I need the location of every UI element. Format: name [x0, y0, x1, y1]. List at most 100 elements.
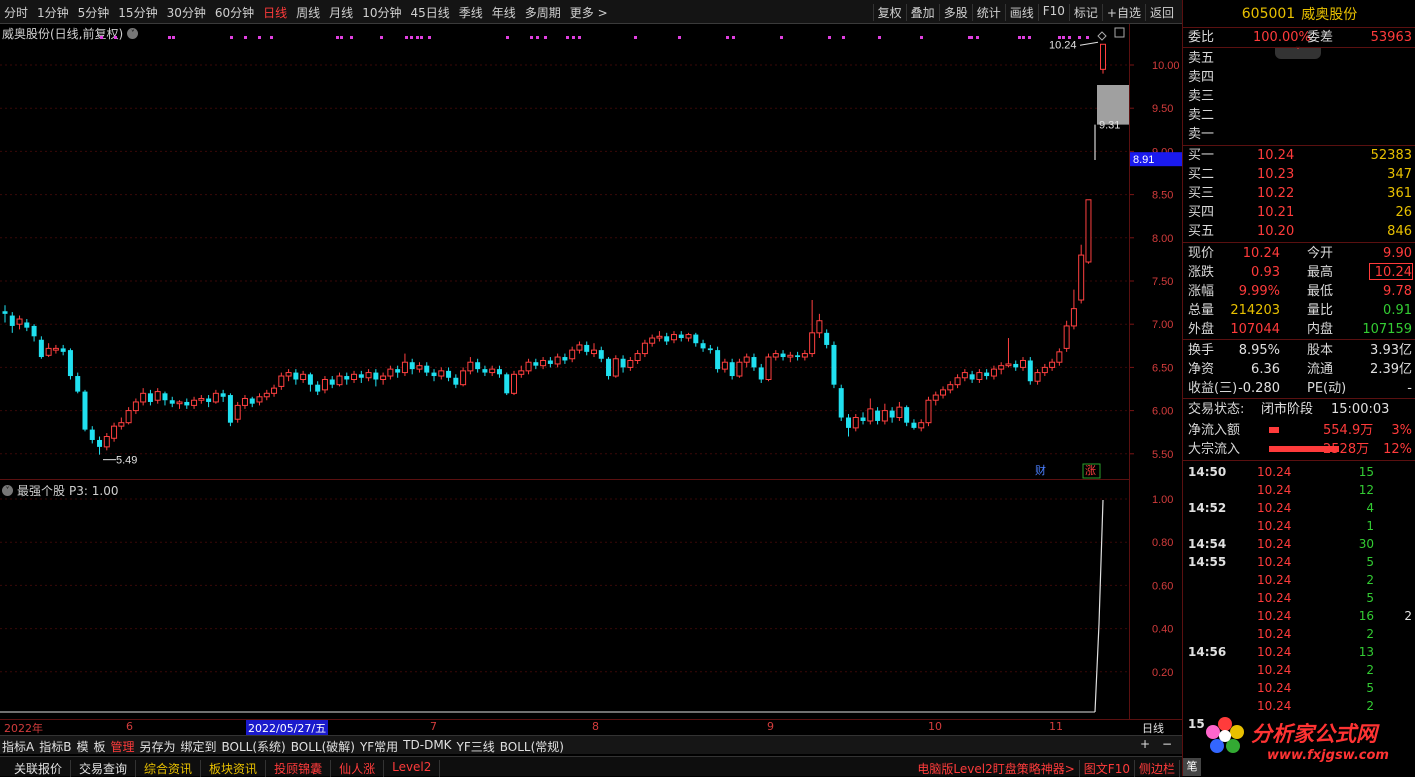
signal-dot [732, 36, 735, 39]
candle-body [373, 372, 379, 380]
candle-body [162, 393, 168, 401]
minus-icon[interactable]: − [1162, 737, 1172, 751]
chart-canvas[interactable]: 10.009.509.008.508.007.507.006.506.005.5… [0, 24, 1182, 720]
candle-body [562, 357, 568, 361]
indicator-button[interactable]: YF常用 [360, 738, 398, 755]
candle-body [103, 436, 110, 448]
bottom-link[interactable]: 图文F10 [1080, 760, 1135, 777]
tick-row: 10.24 12 [1183, 481, 1415, 499]
book-price: 10.24 [1257, 148, 1295, 163]
tick-detail-button[interactable]: 笔 [1183, 758, 1201, 776]
tool-button[interactable]: F10 [1037, 4, 1069, 21]
tool-button[interactable]: 画线 [1004, 4, 1038, 21]
indicator-button[interactable]: YF三线 [457, 738, 495, 755]
candle-body [285, 372, 292, 377]
bottom-link[interactable]: 侧边栏 [1135, 760, 1180, 777]
indicator-button[interactable]: BOLL(常规) [500, 738, 564, 755]
indicator-button[interactable]: 模 [76, 738, 88, 755]
candle-body [293, 372, 299, 380]
signal-dot [1078, 36, 1081, 39]
candle-body [816, 320, 823, 334]
period-tab[interactable]: 30分钟 [167, 4, 206, 21]
tool-button[interactable]: 标记 [1068, 4, 1102, 21]
kline-chart-area[interactable]: 10.009.509.008.508.007.507.006.506.005.5… [0, 24, 1182, 720]
bottom-tab[interactable]: 交易查询 [71, 760, 137, 777]
bottom-tab[interactable]: 投顾锦囊 [266, 760, 332, 777]
tool-button[interactable]: 统计 [971, 4, 1005, 21]
indicator-button[interactable]: 指标A [2, 738, 34, 755]
candle-body [431, 372, 437, 377]
indicator-button[interactable]: BOLL(破解) [291, 738, 355, 755]
chevron-down-icon[interactable]: ˅ [2, 485, 13, 496]
tick-price: 10.24 [1257, 537, 1292, 551]
candle-body [627, 359, 634, 368]
pane-divider[interactable] [0, 479, 1130, 480]
period-tab[interactable]: 年线 [492, 4, 516, 21]
bottom-tab[interactable]: 关联报价 [6, 760, 72, 777]
tick-time: 14:55 [1188, 555, 1227, 569]
tool-button[interactable]: 返回 [1144, 4, 1178, 21]
tick-volume: 2 [1366, 573, 1374, 587]
bottom-link[interactable]: 电脑版Level2盯盘策略神器> [913, 760, 1080, 777]
period-tab[interactable]: 周线 [296, 4, 320, 21]
tool-button[interactable]: 叠加 [905, 4, 939, 21]
period-tab[interactable]: 45日线 [410, 4, 449, 21]
signal-dot [172, 36, 175, 39]
period-tab[interactable]: 15分钟 [118, 4, 157, 21]
selected-date: 2022/05/27/五 [246, 720, 329, 736]
tick-price: 10.24 [1257, 591, 1292, 605]
sub-y-tick-label: 0.60 [1152, 580, 1173, 592]
indicator-button[interactable]: 管理 [110, 738, 134, 755]
candle-body [969, 374, 975, 380]
bottom-tab[interactable]: 板块资讯 [201, 760, 267, 777]
bottom-tab[interactable]: Level2 [384, 760, 441, 777]
tool-button[interactable]: +自选 [1101, 4, 1145, 21]
period-tab[interactable]: 更多 > [570, 4, 608, 21]
book-volume: 26 [1395, 205, 1412, 220]
indicator-button[interactable]: 指标B [39, 738, 71, 755]
candle-body [475, 362, 481, 370]
tick-volume: 1 [1366, 519, 1374, 533]
indicator-button[interactable]: BOLL(系统) [222, 738, 286, 755]
rise-marker: 涨 [1085, 464, 1096, 477]
stat-label: 现价 [1188, 246, 1215, 261]
candle-body [1013, 363, 1019, 368]
tool-button[interactable]: 多股 [938, 4, 972, 21]
candle-body [707, 348, 713, 351]
signal-dot [428, 36, 431, 39]
period-tab[interactable]: 10分钟 [362, 4, 401, 21]
tick-time: 14:56 [1188, 645, 1227, 659]
period-tab[interactable]: 月线 [329, 4, 353, 21]
sub-y-tick-label: 0.40 [1152, 624, 1173, 636]
quote-panel: 605001 威奥股份 委比 100.00% 委差 53963 ˅ 卖五 卖四 卖三… [1182, 0, 1415, 776]
tick-row: 10.24 1 [1183, 517, 1415, 535]
period-tab[interactable]: 60分钟 [215, 4, 254, 21]
bottom-tab[interactable]: 综合资讯 [136, 760, 202, 777]
signal-dot [780, 36, 783, 39]
candle-body [24, 322, 30, 328]
tick-volume: 5 [1366, 555, 1374, 569]
period-tab[interactable]: 分时 [4, 4, 28, 21]
period-tab[interactable]: 季线 [459, 4, 483, 21]
tick-time: 14:52 [1188, 501, 1227, 515]
signal-dot [842, 36, 845, 39]
period-tab[interactable]: 1分钟 [37, 4, 69, 21]
tool-button[interactable]: 复权 [872, 4, 906, 21]
indicator-button[interactable]: 另存为 [140, 738, 176, 755]
indicator-button[interactable]: 绑定到 [181, 738, 217, 755]
period-tab[interactable]: 5分钟 [78, 4, 110, 21]
period-tab[interactable]: 多周期 [525, 4, 561, 21]
indicator-button[interactable]: TD-DMK [403, 738, 451, 755]
tick-row: 14:52 10.24 4 [1183, 499, 1415, 517]
indicator-button[interactable]: 板 [93, 738, 105, 755]
plus-icon[interactable]: + [1140, 737, 1150, 751]
bottom-tab[interactable]: 仙人涨 [331, 760, 385, 777]
period-tab[interactable]: 日线 [263, 4, 287, 21]
candle-body [424, 365, 430, 373]
candle-body [569, 349, 576, 360]
candle-body [409, 362, 415, 370]
candle-body [656, 335, 663, 339]
candle-body [1020, 359, 1027, 368]
tick-volume: 16 [1358, 609, 1374, 623]
candle-body [271, 387, 278, 394]
